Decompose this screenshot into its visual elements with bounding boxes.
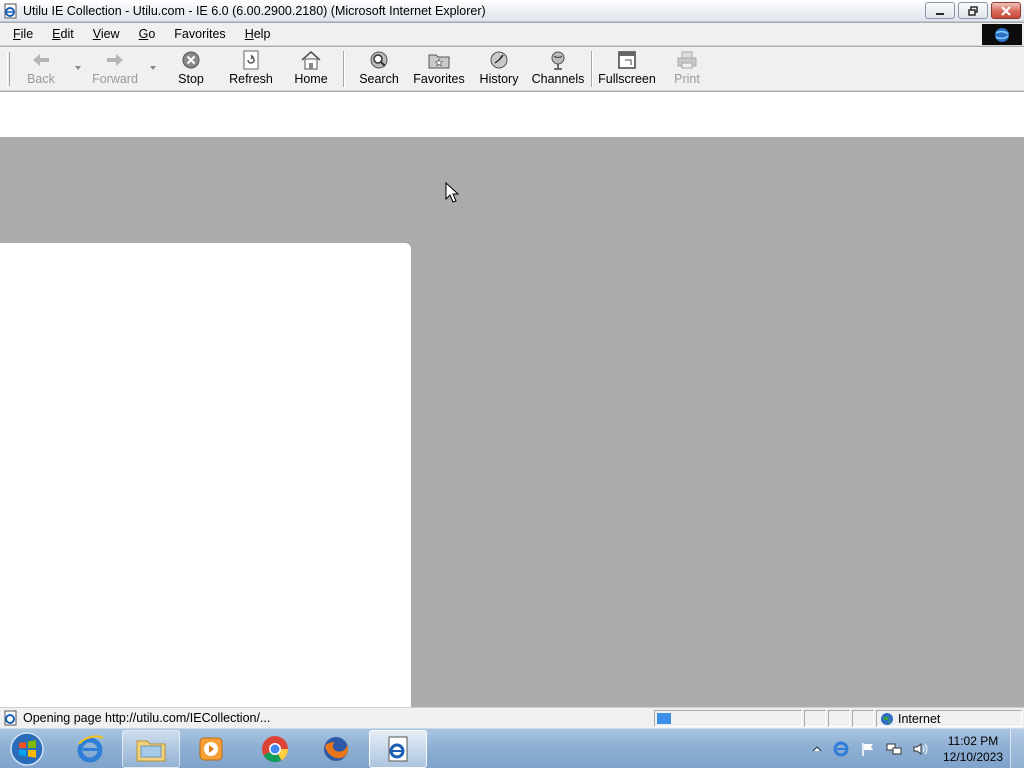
taskbar-internet-explorer-6-active[interactable]: [369, 730, 427, 768]
stop-button[interactable]: Stop: [176, 50, 206, 88]
fullscreen-icon: [618, 51, 636, 69]
internet-explorer-icon: [77, 735, 104, 763]
clock-date: 12/10/2023: [942, 750, 1004, 764]
progress-bar: [654, 710, 802, 727]
title-bar: Utilu IE Collection - Utilu.com - IE 6.0…: [0, 0, 1024, 22]
restore-button[interactable]: [958, 2, 988, 19]
refresh-button[interactable]: Refresh: [229, 50, 273, 88]
menu-view[interactable]: View: [86, 27, 127, 41]
toolbar-separator: [343, 51, 345, 87]
ie-throbber-logo: [982, 24, 1022, 45]
status-text: Opening page http://utilu.com/IECollecti…: [23, 711, 271, 725]
ie6-page-icon: [388, 736, 408, 762]
search-button[interactable]: Search: [358, 50, 400, 88]
globe-icon: [881, 712, 893, 725]
status-pane: [804, 710, 826, 727]
action-center-flag-icon[interactable]: [860, 741, 876, 757]
ie-tray-icon[interactable]: [832, 740, 850, 758]
back-dropdown-icon[interactable]: [74, 65, 82, 71]
status-bar: Opening page http://utilu.com/IECollecti…: [0, 707, 1024, 728]
menu-help[interactable]: Help: [238, 27, 278, 41]
page-header-area: [0, 92, 1024, 137]
channels-satellite-icon: [551, 51, 565, 70]
favorites-button[interactable]: Favorites: [413, 50, 465, 88]
toolbar-grip[interactable]: [7, 52, 10, 86]
start-button[interactable]: [6, 731, 48, 767]
menu-favorites[interactable]: Favorites: [167, 27, 232, 41]
page-left-panel: [0, 243, 411, 707]
close-button[interactable]: [991, 2, 1021, 19]
show-hidden-icons-icon[interactable]: [812, 744, 822, 754]
home-button[interactable]: Home: [292, 50, 330, 88]
back-button[interactable]: Back: [24, 50, 58, 88]
windows-orb-icon: [10, 732, 44, 766]
menu-bar: File Edit View Go Favorites Help: [0, 23, 1024, 46]
forward-button[interactable]: Forward: [92, 50, 138, 88]
volume-icon[interactable]: [912, 741, 928, 757]
favorites-folder-icon: [428, 54, 450, 69]
search-icon: [370, 51, 388, 69]
page-loading-icon: [3, 710, 19, 726]
security-zone[interactable]: Internet: [876, 710, 1022, 727]
menu-edit[interactable]: Edit: [45, 27, 81, 41]
taskbar-media-player[interactable]: [182, 730, 240, 768]
menu-go[interactable]: Go: [132, 27, 163, 41]
status-pane: [852, 710, 874, 727]
chrome-icon: [262, 736, 289, 763]
back-arrow-icon: [33, 54, 49, 66]
history-button[interactable]: History: [478, 50, 520, 88]
printer-icon: [677, 51, 697, 69]
channels-button[interactable]: Channels: [532, 50, 584, 88]
mouse-cursor-icon: [445, 182, 459, 203]
print-button[interactable]: Print: [672, 50, 702, 88]
firefox-icon: [324, 737, 348, 761]
taskbar-internet-explorer[interactable]: [61, 730, 119, 768]
stop-icon: [182, 51, 200, 69]
ie-page-icon: [3, 3, 19, 19]
standard-buttons-toolbar: Back Forward Stop Refresh Home Search Fa…: [0, 47, 1024, 91]
windows-taskbar: 11:02 PM 12/10/2023: [0, 728, 1024, 768]
network-icon[interactable]: [886, 741, 902, 757]
forward-arrow-icon: [107, 54, 123, 66]
media-player-icon: [199, 737, 223, 761]
fullscreen-button[interactable]: Fullscreen: [598, 50, 656, 88]
close-icon: [1001, 5, 1011, 16]
show-desktop-button[interactable]: [1010, 729, 1024, 768]
home-icon: [301, 50, 321, 70]
taskbar-firefox[interactable]: [307, 730, 365, 768]
taskbar-chrome[interactable]: [246, 730, 304, 768]
minimize-button[interactable]: [925, 2, 955, 19]
minimize-icon: [936, 12, 944, 15]
forward-dropdown-icon[interactable]: [149, 65, 157, 71]
system-clock[interactable]: 11:02 PM 12/10/2023: [938, 733, 1008, 765]
taskbar-windows-explorer[interactable]: [122, 730, 180, 768]
restore-icon: [968, 5, 978, 16]
menu-file[interactable]: File: [6, 27, 40, 41]
progress-fill: [657, 713, 671, 724]
history-icon: [490, 51, 508, 69]
clock-time: 11:02 PM: [947, 734, 999, 748]
status-pane: [828, 710, 850, 727]
window-title: Utilu IE Collection - Utilu.com - IE 6.0…: [23, 3, 486, 18]
toolbar-separator: [591, 51, 593, 87]
refresh-icon: [243, 50, 259, 70]
folder-icon: [136, 740, 166, 762]
notification-area: [812, 735, 928, 763]
